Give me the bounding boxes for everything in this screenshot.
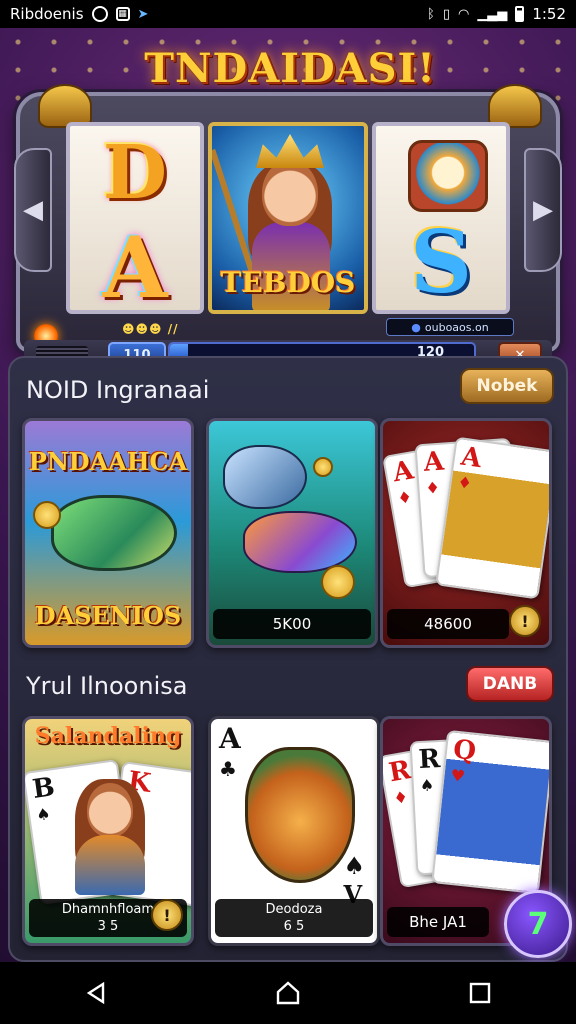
coin-icon [313,457,333,477]
section-2-button[interactable]: DANB [466,666,554,702]
game-title: TNDAIDASI! [144,44,436,92]
cell-signal-icon: ▁▃▅ [477,6,508,22]
card-label-value: 6 5 [283,919,305,934]
card-art-title: Salandaling [34,723,182,749]
info-icon: ● [411,320,421,334]
nav-home-button[interactable] [258,973,318,1013]
card-rank-ace: A ♣ [219,722,241,782]
wifi-icon: ◠ [457,6,470,22]
symbol-a-icon: A [102,218,168,314]
playing-card-face-icon: A ♦ [435,436,549,600]
symbol-d-icon: D [102,130,168,216]
coins-indicator: ☻☻☻ // [122,322,179,336]
card-label-name: Dhamnhfloam [61,902,155,917]
card-label: Deodoza 6 5 [215,899,373,937]
card-label-value: 3 5 [97,919,119,934]
hero-body [75,835,145,895]
section-2-title: Yrul Ilnoonisa [26,672,188,700]
card-art-title: PNDAAHCA [28,447,188,476]
coin-badge-icon: ! [509,605,541,637]
section-1-title: NOID Ingranaai [26,376,210,404]
fish-icon [51,495,177,571]
symbol-s-icon: S [409,212,473,313]
reel-1: D A [66,122,204,314]
section-1-button[interactable]: Nobek [460,368,554,404]
app-circle-icon [91,6,108,22]
card-label-name: Deodoza [265,902,323,917]
game-card[interactable]: PNDAAHCA DASENIOS [22,418,194,648]
hero-portrait-icon [262,160,318,226]
signal-arrow-icon: ➤ [137,6,149,22]
card-label: 48600 [387,609,509,639]
status-app-name: Ribdoenis [10,5,84,23]
fish-icon [223,445,307,509]
card-art-subtitle: DASENIOS [34,601,182,630]
status-right: ᛒ ▯ ◠ ▁▃▅ 1:52 [427,5,566,23]
game-card[interactable]: Salandaling B♠ K♥ Dhamnhfloam 3 5 ! [22,716,194,946]
system-nav-bar [0,962,576,1024]
playing-card-queen-icon: Q ♥ [431,729,549,895]
reel-3: S [372,122,510,314]
heroine-portrait-icon [87,783,133,837]
nav-back-button[interactable] [66,973,126,1013]
chevron-right-icon: ▶ [533,195,553,225]
credit-value: ouboaos.on [424,320,489,334]
coin-icon [321,565,355,599]
lucky-seven-icon: 7 [527,906,549,942]
fish-icon [243,511,357,573]
chevron-left-icon: ◀ [23,195,43,225]
reel-left-arrow[interactable]: ◀ [14,148,52,272]
credit-display: ● ouboaos.on [386,318,514,336]
coin-icon [33,501,61,529]
tiger-mask-icon [245,747,355,883]
symbol-mask-icon [408,140,488,212]
status-left: Ribdoenis ▦ ➤ [10,5,148,23]
game-card[interactable]: A ♣ ♠ V Deodoza 6 5 [208,716,380,946]
reel-right-arrow[interactable]: ▶ [524,148,562,272]
app-square-icon: ▦ [115,7,130,21]
crown-icon [256,134,324,168]
game-card[interactable]: A ♦ A ♦ A ♦ 48600 ! [380,418,552,648]
slot-machine-area: TNDAIDASI! ◀ ▶ D A TEBDOS S ☻☻☻ // ● oub… [0,28,576,370]
home-icon [276,981,300,1005]
battery-icon [515,6,525,22]
card-label: Bhe JA1 [387,907,489,937]
back-triangle-icon [86,982,105,1004]
card-label: 5K00 [213,609,371,639]
reel-2: TEBDOS [208,122,368,314]
status-time: 1:52 [532,5,566,23]
floating-action-button[interactable]: 7 [504,890,572,958]
coin-badge-icon: ! [151,899,183,931]
game-lobby-panel: NOID Ingranaai Nobek PNDAAHCA DASENIOS 5… [8,356,568,962]
vibrate-icon: ▯ [442,6,450,22]
game-card[interactable]: 5K00 [206,418,378,648]
nav-recents-button[interactable] [450,973,510,1013]
status-bar: Ribdoenis ▦ ➤ ᛒ ▯ ◠ ▁▃▅ 1:52 [0,0,576,28]
recents-square-icon [469,982,491,1004]
bluetooth-icon: ᛒ [427,6,435,22]
reel-center-label: TEBDOS [220,266,356,299]
